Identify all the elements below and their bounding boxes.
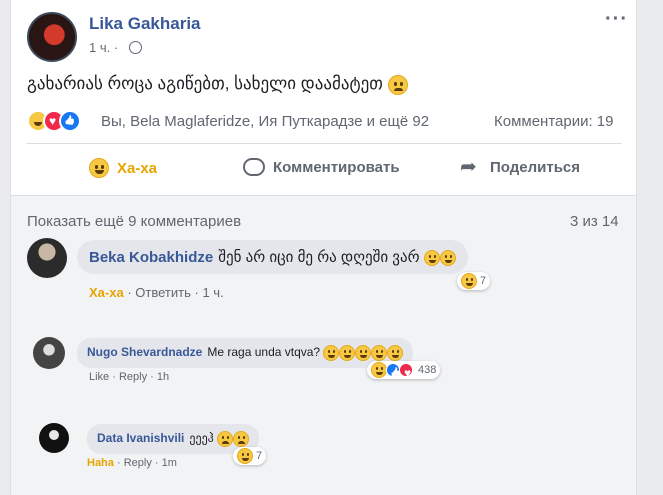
post-text-content: გახარიას როცა აგიწებთ, სახელი დაამატეთ <box>27 74 383 93</box>
comment-avatar[interactable] <box>33 337 65 369</box>
comment-button[interactable]: Комментировать <box>243 158 400 176</box>
laughing-emoji-icon <box>423 250 440 267</box>
comments-page-count: 3 из 14 <box>570 213 619 230</box>
reaction-count: 7 <box>256 450 263 462</box>
share-label: Поделиться <box>490 158 581 176</box>
more-options-icon[interactable]: ··· <box>605 8 628 31</box>
comment-reactions[interactable]: 7 <box>457 272 491 290</box>
reacted-by-text[interactable]: Вы, Bela Maglaferidze, Ия Путкарадзе и е… <box>101 113 429 130</box>
reaction-count: 438 <box>418 364 437 376</box>
comment-author[interactable]: Data Ivanishvili <box>97 431 184 445</box>
comment-text: Me raga unda vtqva? <box>207 345 321 360</box>
haha-reaction-icon <box>371 362 387 378</box>
sad-emoji-icon <box>387 74 408 95</box>
share-button[interactable]: Поделиться <box>460 154 581 179</box>
comment-author[interactable]: Nugo Shevardnadze <box>87 345 202 359</box>
love-reaction-icon <box>399 363 413 380</box>
separator: · <box>112 371 116 383</box>
laughing-emoji-icon <box>355 345 372 361</box>
comment-avatar[interactable] <box>39 423 69 453</box>
comment-bubble: Nugo Shevardnadze Me raga unda vtqva? <box>77 338 414 368</box>
comment-label: Комментировать <box>273 158 400 176</box>
laughing-emoji-icon <box>339 345 356 361</box>
haha-label: Ха-ха <box>117 159 158 177</box>
comment-reply-link[interactable]: Reply <box>124 457 152 469</box>
reaction-count: 7 <box>480 275 487 287</box>
comment-time[interactable]: 1h <box>157 371 169 383</box>
author-avatar[interactable] <box>27 12 77 62</box>
comment-time[interactable]: 1m <box>162 457 177 469</box>
separator: · <box>127 285 132 300</box>
separator: · <box>194 285 199 300</box>
comment-avatar[interactable] <box>27 238 67 278</box>
laughing-emoji-icon <box>387 345 404 361</box>
comment-react-link[interactable]: Ха-ха <box>89 285 124 300</box>
comment-text: ეეეჰ <box>189 431 214 446</box>
comment-meta: Like · Reply · 1h <box>89 371 169 383</box>
comment-react-link[interactable]: Like <box>89 371 109 383</box>
pensive-emoji-icon <box>233 431 250 447</box>
haha-button[interactable]: Ха-ха <box>89 158 157 178</box>
separator: · <box>154 457 159 469</box>
comment-reply-link[interactable]: Ответить <box>135 285 191 300</box>
separator: · <box>116 457 121 469</box>
share-icon <box>460 154 482 179</box>
comment-meta: Haha · Reply · 1m <box>87 457 177 469</box>
laughing-emoji-icon <box>371 345 388 361</box>
comments-count[interactable]: Комментарии: 19 <box>494 113 614 130</box>
haha-reaction-icon <box>461 273 477 289</box>
reaction-icons[interactable] <box>27 110 81 134</box>
comment-text: შენ არ იცი მე რა დღეში ვარ <box>218 249 420 266</box>
divider <box>27 143 622 144</box>
comment-author[interactable]: Beka Kobakhidze <box>89 249 213 266</box>
post-time[interactable]: 1 ч. · <box>89 40 118 55</box>
separator: · <box>150 371 154 383</box>
post-author[interactable]: Lika Gakharia <box>89 14 201 34</box>
comment-icon <box>243 158 265 176</box>
comment-reactions[interactable]: 438 <box>367 361 441 380</box>
comment-time[interactable]: 1 ч. <box>202 285 223 300</box>
comment-bubble: Data Ivanishvili ეეეჰ <box>87 424 260 454</box>
comment-react-link[interactable]: Haha <box>87 457 114 469</box>
haha-icon <box>89 158 109 178</box>
post-card: Lika Gakharia 1 ч. · ··· გახარიას როცა ა… <box>10 0 637 495</box>
globe-icon <box>129 41 142 54</box>
like-reaction-icon <box>386 363 400 377</box>
grin-emoji-icon <box>439 250 456 267</box>
pensive-emoji-icon <box>217 431 234 447</box>
like-reaction-icon <box>59 110 81 132</box>
laughing-emoji-icon <box>323 345 340 361</box>
comment-reactions[interactable]: 7 <box>233 447 267 465</box>
comment-reply-link[interactable]: Reply <box>119 371 147 383</box>
post-text: გახარიას როცა აგიწებთ, სახელი დაამატეთ <box>27 74 408 95</box>
comment-meta: Ха-ха · Ответить · 1 ч. <box>89 285 224 300</box>
view-more-comments-link[interactable]: Показать ещё 9 комментариев <box>27 213 241 230</box>
comment-bubble: Beka Kobakhidze შენ არ იცი მე რა დღეში ვა… <box>77 240 468 275</box>
haha-reaction-icon <box>237 448 253 464</box>
